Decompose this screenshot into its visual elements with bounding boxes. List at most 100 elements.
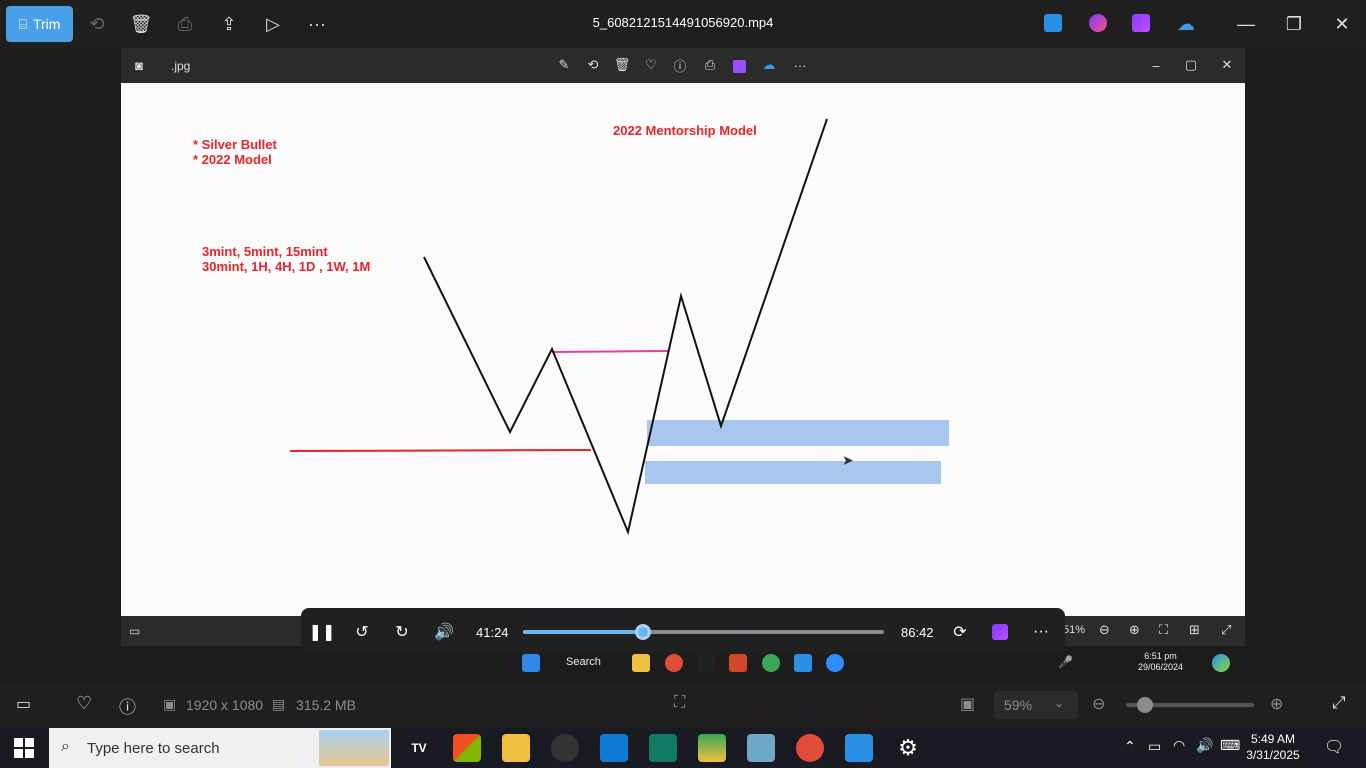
close-icon[interactable]: ✕ — [1326, 8, 1358, 40]
info-icon[interactable]: ⓘ — [119, 693, 136, 718]
clipchamp-icon[interactable] — [987, 619, 1013, 645]
mouse-cursor-icon: ➤ — [842, 452, 854, 468]
designer-app-icon[interactable] — [1089, 14, 1107, 32]
onedrive-icon: ☁ — [762, 57, 776, 72]
taskbar-clock[interactable]: 5:49 AM 3/31/2025 — [1238, 731, 1308, 763]
actual-size-icon: ⊞ — [1189, 622, 1200, 637]
inner-file-title: .jpg — [171, 59, 191, 73]
minimize-icon[interactable]: — — [1230, 8, 1262, 40]
filmstrip-icon: ▭ — [129, 624, 141, 638]
zoom-slider-thumb[interactable] — [1136, 697, 1153, 713]
top-toolbar: ⌸ Trim ⟲ 🗑 ⎙ ⇪ ▷ ··· 5_60821215144910569… — [0, 0, 1366, 48]
clipchamp-app-icon[interactable] — [1132, 14, 1150, 32]
repeat-icon[interactable]: ⟳ — [947, 619, 973, 645]
skip-forward-30-icon[interactable]: ↻ — [389, 619, 415, 645]
slide-canvas: * Silver Bullet * 2022 Model 2022 Mentor… — [121, 83, 1245, 616]
file-explorer-icon[interactable] — [502, 734, 530, 762]
video-inner-taskbar: Search 🎤 6:51 pm 29/06/2024 — [520, 651, 1240, 676]
stack-app-icon[interactable] — [698, 734, 726, 762]
file-size-icon: ▤ — [272, 696, 286, 712]
fullscreen-icon[interactable]: ⤢ — [1332, 693, 1346, 713]
price-path-diagram — [289, 118, 828, 536]
volume-icon[interactable]: 🔊 — [1196, 737, 1213, 754]
fit-icon: ⛶ — [1159, 622, 1169, 637]
resolution-text: 1920 x 1080 — [186, 697, 264, 713]
windows-taskbar: ⌕ Type here to search TV ⚙ ⌃ ▭ ◠ 🔊 ⌨ 5:4… — [0, 728, 1366, 768]
clipchamp-app-icon — [733, 60, 746, 73]
file-explorer-icon — [632, 654, 650, 672]
volume-icon[interactable]: 🔊 — [431, 619, 457, 645]
notifications-icon[interactable]: 🗨 — [1324, 737, 1344, 757]
pause-button[interactable]: ❚❚ — [309, 619, 336, 645]
chrome-icon — [762, 654, 780, 672]
restore-icon[interactable]: ❐ — [1278, 8, 1310, 40]
video-frame: ◙ .jpg ✎ ⟲ 🗑 ♡ ⓘ ⎙ ☁ ··· – ▢ ✕ * Silver … — [121, 48, 1245, 646]
more-options-icon[interactable]: ··· — [1028, 619, 1054, 645]
total-time: 86:42 — [901, 625, 934, 640]
info-icon: ⓘ — [673, 58, 687, 74]
rotate-icon: ⟲ — [587, 57, 599, 72]
player-controls: ❚❚ ↺ ↻ 🔊 41:24 86:42 ⟳ ··· — [301, 608, 1065, 654]
wifi-icon[interactable]: ◠ — [1173, 737, 1185, 754]
fit-to-window-icon[interactable]: ▣ — [960, 694, 975, 714]
close-icon: ✕ — [1221, 57, 1233, 72]
onedrive-icon[interactable]: ☁ — [1170, 8, 1202, 40]
windows-start-button[interactable] — [14, 738, 34, 758]
zoom-in-icon: ⊕ — [1129, 622, 1140, 637]
obs-icon[interactable] — [551, 734, 579, 762]
zoom-out-icon: ⊖ — [1099, 622, 1110, 637]
tradingview-app-icon[interactable]: TV — [405, 734, 433, 762]
photos-app-icon[interactable] — [845, 734, 873, 762]
seek-thumb[interactable] — [635, 624, 652, 640]
current-time: 41:24 — [476, 625, 509, 640]
vscode-icon[interactable] — [600, 734, 628, 762]
inner-search-label: Search — [566, 656, 601, 668]
settings-gear-icon[interactable]: ⚙ — [894, 734, 922, 762]
taskbar-search-box[interactable]: ⌕ Type here to search — [49, 728, 391, 768]
zoom-in-icon[interactable]: ⊕ — [1270, 694, 1283, 714]
zoom-out-icon[interactable]: ⊖ — [1092, 694, 1105, 714]
search-placeholder: Type here to search — [87, 740, 220, 757]
status-bar: ▭ ♡ ⓘ ▣ 1920 x 1080 ▤ 315.2 MB ⛶ ▣ 59% ⌄… — [0, 683, 1366, 727]
filmstrip-icon[interactable]: ▭ — [16, 694, 31, 714]
liquidity-line — [289, 449, 592, 452]
windows-start-icon — [522, 654, 540, 672]
zoom-value: 59% — [1004, 697, 1033, 713]
editor-app-icon[interactable] — [1044, 14, 1062, 32]
battery-icon[interactable]: ▭ — [1148, 738, 1161, 755]
seek-bar[interactable] — [523, 624, 884, 640]
minimize-icon: – — [1152, 57, 1160, 73]
more-options-icon: ··· — [793, 57, 807, 73]
microsoft-store-icon[interactable] — [453, 734, 481, 762]
skip-back-10-icon[interactable]: ↺ — [349, 619, 375, 645]
clock-date: 3/31/2025 — [1246, 748, 1300, 762]
capture-frame-icon[interactable]: ⛶ — [674, 694, 685, 712]
fullscreen-icon: ⤢ — [1221, 622, 1232, 637]
visual-studio-icon[interactable] — [649, 734, 677, 762]
inner-date: 29/06/2024 — [1138, 662, 1184, 672]
tradingview-icon — [697, 654, 715, 672]
inner-time: 6:51 pm — [1144, 651, 1177, 661]
resolution-icon: ▣ — [163, 696, 177, 712]
clock-time: 5:49 AM — [1250, 732, 1296, 746]
chevron-up-icon[interactable]: ⌃ — [1124, 738, 1136, 755]
screen: ⌸ Trim ⟲ 🗑 ⎙ ⇪ ▷ ··· 5_60821215144910569… — [0, 0, 1366, 768]
chevron-down-icon: ⌄ — [1054, 696, 1065, 710]
notes-app-icon[interactable] — [747, 734, 775, 762]
chrome-icon — [665, 654, 683, 672]
inner-clock: 6:51 pm 29/06/2024 — [1138, 651, 1183, 673]
zoom-icon — [826, 654, 844, 672]
search-icon: ⌕ — [61, 738, 70, 755]
delete-icon: 🗑 — [613, 57, 631, 72]
heart-icon: ♡ — [645, 57, 657, 72]
copilot-icon — [1212, 654, 1230, 672]
restore-icon: ▢ — [1184, 57, 1198, 72]
photos-app-icon: ◙ — [135, 57, 143, 73]
powerpoint-icon — [729, 654, 747, 672]
search-highlight-image — [319, 730, 389, 766]
chrome-icon[interactable] — [796, 734, 824, 762]
zoom-select[interactable]: 59% ⌄ — [994, 691, 1078, 719]
zoom-slider[interactable] — [1126, 697, 1254, 713]
favorite-icon[interactable]: ♡ — [76, 693, 92, 714]
inner-title-bar: ◙ .jpg ✎ ⟲ 🗑 ♡ ⓘ ⎙ ☁ ··· – ▢ ✕ — [121, 48, 1245, 83]
